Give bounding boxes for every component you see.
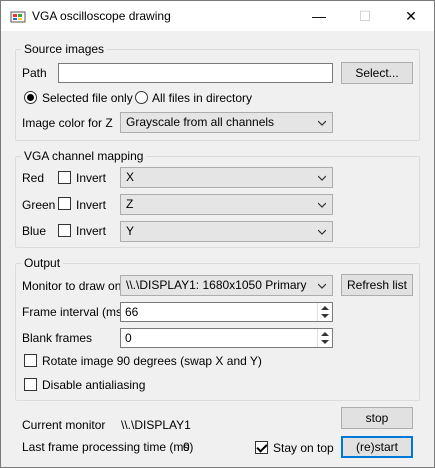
maximize-icon[interactable]: ☐: [342, 1, 388, 31]
last-frame-value: 0: [183, 440, 190, 454]
all-files-radio-label[interactable]: All files in directory: [152, 91, 252, 105]
red-channel-select[interactable]: X: [120, 167, 333, 188]
spin-up-icon[interactable]: [321, 306, 329, 310]
rotate-label[interactable]: Rotate image 90 degrees (swap X and Y): [42, 354, 262, 368]
frame-interval-label: Frame interval (ms): [22, 305, 127, 319]
stay-on-top-label[interactable]: Stay on top: [273, 441, 334, 455]
blank-frames-value: 0: [125, 331, 132, 345]
path-input[interactable]: [58, 63, 333, 83]
green-label: Green: [22, 198, 56, 212]
green-invert-label[interactable]: Invert: [76, 198, 106, 212]
spin-down-icon[interactable]: [321, 314, 329, 318]
monitor-label: Monitor to draw on: [22, 279, 122, 293]
output-group-title: Output: [21, 256, 64, 270]
minimize-icon[interactable]: —: [296, 1, 342, 31]
blue-invert-checkbox[interactable]: [58, 224, 71, 237]
select-button[interactable]: Select...: [341, 62, 413, 84]
blue-channel-select[interactable]: Y: [120, 221, 333, 242]
current-monitor-label: Current monitor: [22, 418, 106, 432]
image-color-value: Grayscale from all channels: [126, 115, 275, 129]
chevron-down-icon: [318, 202, 326, 208]
selected-file-radio[interactable]: [24, 91, 37, 104]
disable-antialiasing-checkbox[interactable]: [24, 378, 37, 391]
monitor-value: \\.\DISPLAY1: 1680x1050 Primary: [126, 278, 307, 292]
blue-invert-label[interactable]: Invert: [76, 224, 106, 238]
restart-button[interactable]: (re)start: [341, 436, 413, 458]
path-label: Path: [22, 66, 47, 80]
blue-label: Blue: [22, 224, 47, 238]
green-invert-checkbox[interactable]: [58, 197, 71, 210]
red-invert-label[interactable]: Invert: [76, 171, 106, 185]
main-window: VGA oscilloscope drawing — ☐ ✕ Source im…: [0, 0, 435, 468]
blank-frames-spin-buttons[interactable]: [317, 329, 332, 347]
stay-on-top-checkbox[interactable]: [255, 441, 268, 454]
all-files-radio[interactable]: [135, 91, 148, 104]
channel-mapping-group-title: VGA channel mapping: [21, 149, 147, 163]
red-invert-checkbox[interactable]: [58, 171, 71, 184]
image-color-label: Image color for Z: [22, 116, 113, 130]
last-frame-label: Last frame processing time (ms): [22, 440, 194, 454]
spin-down-icon[interactable]: [321, 340, 329, 344]
green-channel-value: Z: [126, 197, 134, 211]
blue-channel-value: Y: [126, 224, 135, 238]
red-label: Red: [22, 171, 45, 185]
refresh-list-button[interactable]: Refresh list: [341, 274, 413, 296]
title-bar: VGA oscilloscope drawing — ☐ ✕: [1, 1, 434, 31]
rotate-checkbox[interactable]: [24, 354, 37, 367]
app-icon: [10, 11, 26, 23]
chevron-down-icon: [318, 229, 326, 235]
frame-interval-spin-buttons[interactable]: [317, 303, 332, 321]
selected-file-radio-label[interactable]: Selected file only: [42, 91, 133, 105]
current-monitor-value: \\.\DISPLAY1: [121, 418, 191, 432]
chevron-down-icon: [318, 120, 326, 126]
window-title: VGA oscilloscope drawing: [32, 9, 171, 23]
chevron-down-icon: [318, 175, 326, 181]
image-color-select[interactable]: Grayscale from all channels: [120, 112, 333, 133]
disable-antialiasing-label[interactable]: Disable antialiasing: [42, 378, 145, 392]
source-images-group-title: Source images: [21, 42, 108, 56]
chevron-down-icon: [318, 283, 326, 289]
stop-button[interactable]: stop: [341, 407, 413, 429]
blank-frames-stepper[interactable]: 0: [120, 328, 333, 348]
monitor-select[interactable]: \\.\DISPLAY1: 1680x1050 Primary: [120, 275, 333, 296]
close-icon[interactable]: ✕: [388, 1, 434, 31]
frame-interval-stepper[interactable]: 66: [120, 302, 333, 322]
spin-up-icon[interactable]: [321, 332, 329, 336]
blank-frames-label: Blank frames: [22, 331, 93, 345]
green-channel-select[interactable]: Z: [120, 194, 333, 215]
red-channel-value: X: [126, 170, 135, 184]
frame-interval-value: 66: [125, 305, 139, 319]
